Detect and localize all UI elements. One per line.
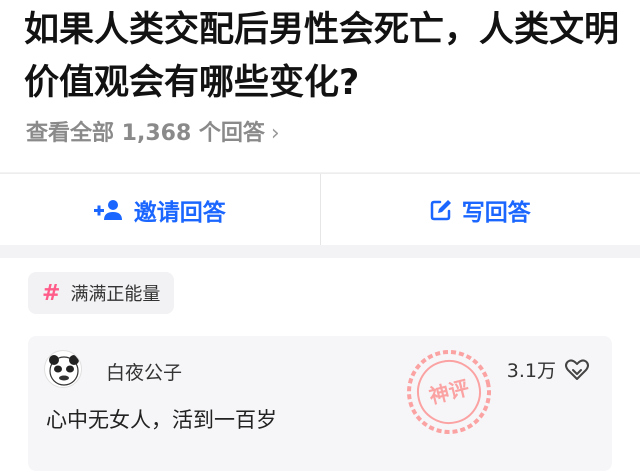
like-group[interactable]: 3.1万 xyxy=(507,356,590,383)
action-bar: 邀请回答 写回答 xyxy=(0,173,640,245)
write-answer-button[interactable]: 写回答 xyxy=(321,174,640,245)
featured-comment[interactable]: 白夜公子 神评 3.1万 心中无女人，活到一百岁 xyxy=(28,336,612,471)
panda-avatar-icon xyxy=(49,355,79,386)
edit-icon xyxy=(430,199,451,220)
stamp-text: 神评 xyxy=(427,376,472,409)
add-person-icon xyxy=(93,199,122,220)
comment-username[interactable]: 白夜公子 xyxy=(106,358,182,385)
question-card: 如果人类交配后男性会死亡，人类文明价值观会有哪些变化? 查看全部 1,368 个… xyxy=(0,0,640,172)
topic-tag[interactable]: # 满满正能量 xyxy=(28,272,175,314)
comment-text: 心中无女人，活到一百岁 xyxy=(46,408,277,432)
chevron-right-icon: › xyxy=(270,121,280,146)
question-title[interactable]: 如果人类交配后男性会死亡，人类文明价值观会有哪些变化? xyxy=(24,4,624,110)
write-answer-label: 写回答 xyxy=(461,199,531,226)
avatar[interactable] xyxy=(44,350,82,388)
topic-label: 满满正能量 xyxy=(70,284,161,305)
view-all-answers-link[interactable]: 查看全部 1,368 个回答 › xyxy=(26,120,280,148)
hash-icon: # xyxy=(42,280,61,306)
answer-card: # 满满正能量 白夜公子 神评 3.1万 心中无女人，活到一百岁 xyxy=(0,258,640,471)
invite-answer-label: 邀请回答 xyxy=(133,199,226,226)
heart-icon[interactable] xyxy=(564,358,590,382)
like-count: 3.1万 xyxy=(506,360,556,382)
view-all-label: 查看全部 1,368 个回答 xyxy=(26,121,265,146)
invite-answer-button[interactable]: 邀请回答 xyxy=(0,174,320,245)
god-comment-stamp: 神评 xyxy=(407,350,491,434)
